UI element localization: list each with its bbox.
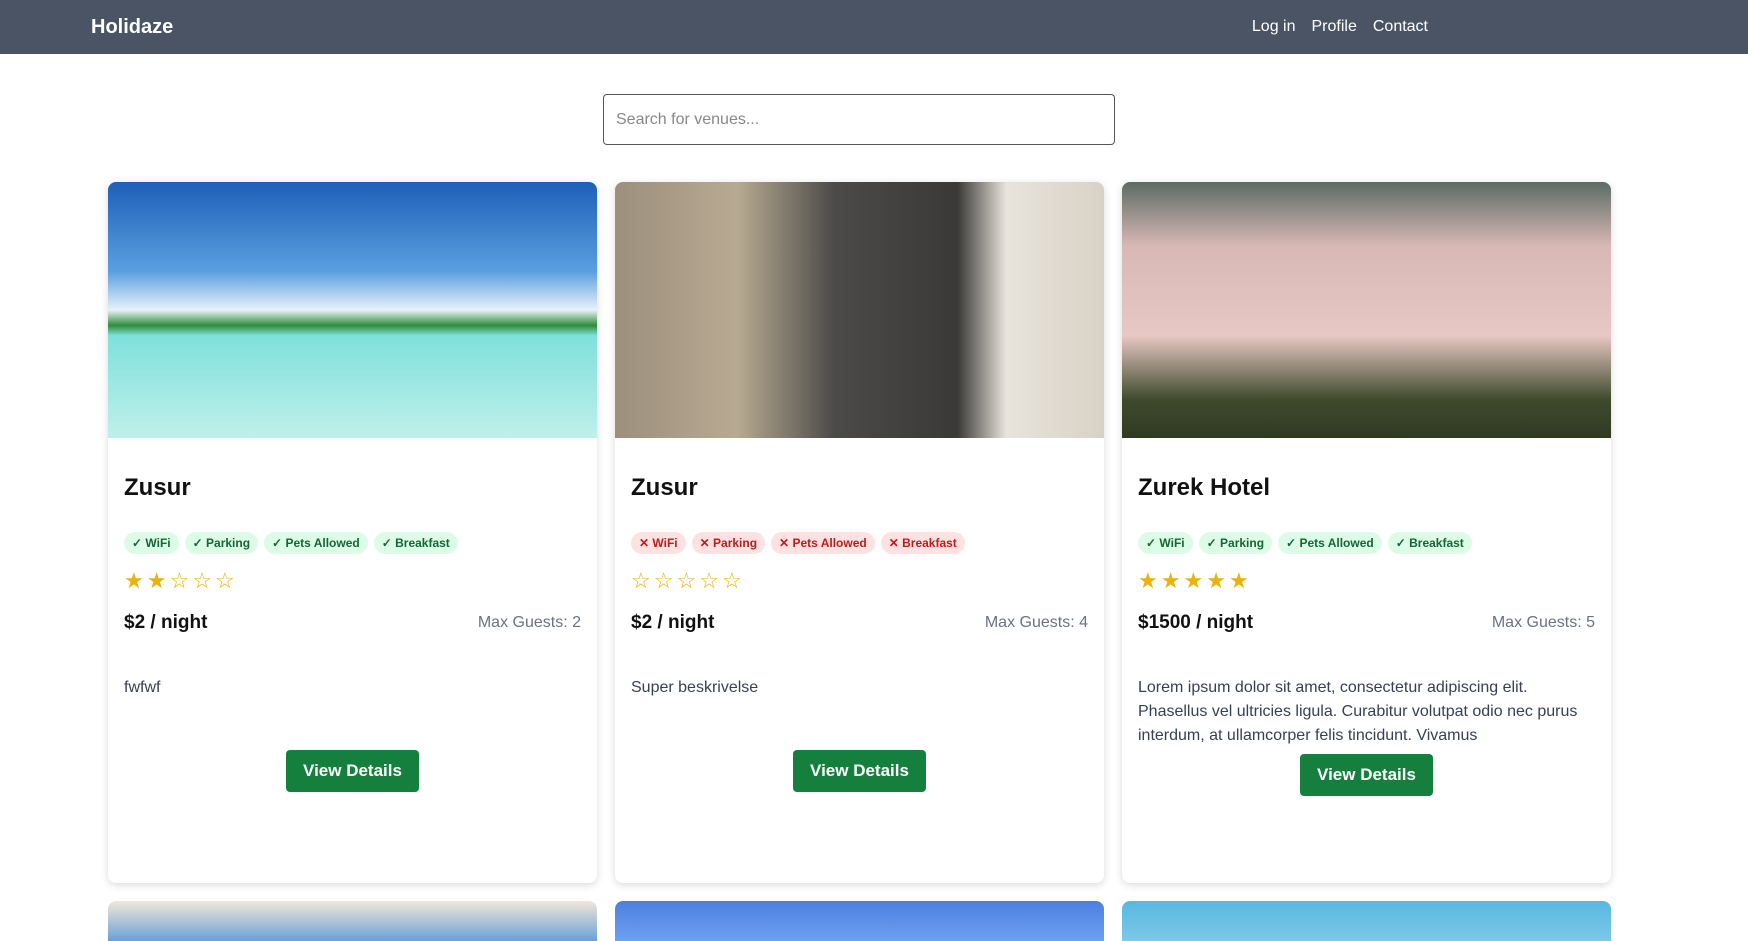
star-empty-icon: ☆ (653, 568, 677, 593)
x-icon: ✕ (779, 536, 790, 550)
venue-image (108, 182, 597, 438)
amenities: ✓ WiFi ✓ Parking ✓ Pets Allowed ✓ Breakfast (124, 532, 581, 554)
venue-image (615, 182, 1104, 438)
x-icon: ✕ (639, 536, 650, 550)
venue-image[interactable] (1122, 901, 1611, 941)
star-filled-icon: ★ (1160, 568, 1184, 593)
venue-grid: Zusur ✓ WiFi ✓ Parking ✓ Pets Allowed ✓ Bre… (108, 182, 1611, 883)
price: $2 / night (124, 612, 208, 633)
view-details-button[interactable]: View Details (286, 750, 419, 792)
amenity-badge: ✕ WiFi (631, 532, 686, 554)
star-empty-icon: ☆ (699, 568, 722, 593)
search-input[interactable] (603, 94, 1115, 145)
amenity-badge: ✓ WiFi (124, 532, 179, 554)
star-filled-icon: ★ (124, 568, 147, 593)
nav-profile[interactable]: Profile (1312, 18, 1357, 36)
amenity-badge: ✕ Parking (691, 532, 766, 554)
amenities: ✓ WiFi ✓ Parking ✓ Pets Allowed ✓ Breakfast (1138, 532, 1595, 554)
price: $2 / night (631, 612, 715, 633)
amenity-badge: ✓ Pets Allowed (264, 532, 368, 554)
amenity-badge: ✓ Parking (184, 532, 259, 554)
check-icon: ✓ (1206, 536, 1217, 550)
nav-links: Log in Profile Contact (1252, 18, 1428, 36)
rating-stars: ★★★★★ (1138, 568, 1595, 594)
venue-image[interactable] (108, 901, 597, 941)
star-filled-icon: ★ (1183, 568, 1207, 593)
view-details-button[interactable]: View Details (793, 750, 926, 792)
amenity-badge: ✓ Parking (1198, 532, 1273, 554)
max-guests: Max Guests: 5 (1491, 614, 1595, 631)
max-guests: Max Guests: 4 (984, 614, 1088, 631)
nav-contact[interactable]: Contact (1373, 18, 1428, 36)
check-icon: ✓ (132, 536, 143, 550)
venue-card: Zusur ✕ WiFi ✕ Parking ✕ Pets Allowed ✕ Bre… (615, 182, 1104, 883)
venue-name: Zurek Hotel (1138, 474, 1271, 501)
amenity-badge: ✓ Breakfast (373, 532, 458, 554)
venue-image (1122, 182, 1611, 438)
amenity-badge: ✓ Breakfast (1387, 532, 1472, 554)
rating-stars: ☆☆☆☆☆ (631, 568, 1088, 594)
next-row (108, 901, 1611, 941)
view-details-button[interactable]: View Details (1300, 754, 1433, 796)
nav-login[interactable]: Log in (1252, 18, 1296, 36)
brand-logo[interactable]: Holidaze (91, 16, 173, 39)
amenity-badge: ✕ Pets Allowed (771, 532, 875, 554)
amenity-badge: ✕ Breakfast (880, 532, 965, 554)
amenity-badge: ✓ Pets Allowed (1278, 532, 1382, 554)
venue-description: Super beskrivelse (631, 679, 759, 696)
venue-description: Lorem ipsum dolor sit amet, consectetur … (1138, 679, 1578, 744)
venue-card: Zusur ✓ WiFi ✓ Parking ✓ Pets Allowed ✓ Bre… (108, 182, 597, 883)
star-empty-icon: ☆ (169, 568, 193, 593)
star-empty-icon: ☆ (192, 568, 215, 593)
amenities: ✕ WiFi ✕ Parking ✕ Pets Allowed ✕ Breakfast (631, 532, 1088, 554)
x-icon: ✕ (888, 536, 899, 550)
star-filled-icon: ★ (1228, 568, 1252, 593)
star-empty-icon: ☆ (676, 568, 700, 593)
star-filled-icon: ★ (146, 568, 170, 593)
star-filled-icon: ★ (1138, 568, 1161, 593)
venue-card: Zurek Hotel ✓ WiFi ✓ Parking ✓ Pets Allowe… (1122, 182, 1611, 883)
check-icon: ✓ (381, 536, 392, 550)
venue-description: fwfwf (124, 679, 161, 696)
venue-name: Zusur (124, 474, 191, 501)
check-icon: ✓ (1395, 536, 1406, 550)
venue-name: Zusur (631, 474, 698, 501)
navbar: Holidaze Log in Profile Contact (0, 0, 1748, 54)
check-icon: ✓ (1146, 536, 1157, 550)
star-filled-icon: ★ (1206, 568, 1229, 593)
rating-stars: ★★☆☆☆ (124, 568, 581, 594)
star-empty-icon: ☆ (214, 568, 238, 593)
check-icon: ✓ (1286, 536, 1297, 550)
check-icon: ✓ (192, 536, 203, 550)
star-empty-icon: ☆ (721, 568, 745, 593)
check-icon: ✓ (272, 536, 283, 550)
max-guests: Max Guests: 2 (477, 614, 581, 631)
venue-image[interactable] (615, 901, 1104, 941)
star-empty-icon: ☆ (631, 568, 654, 593)
x-icon: ✕ (699, 536, 710, 550)
amenity-badge: ✓ WiFi (1138, 532, 1193, 554)
price: $1500 / night (1138, 612, 1254, 633)
